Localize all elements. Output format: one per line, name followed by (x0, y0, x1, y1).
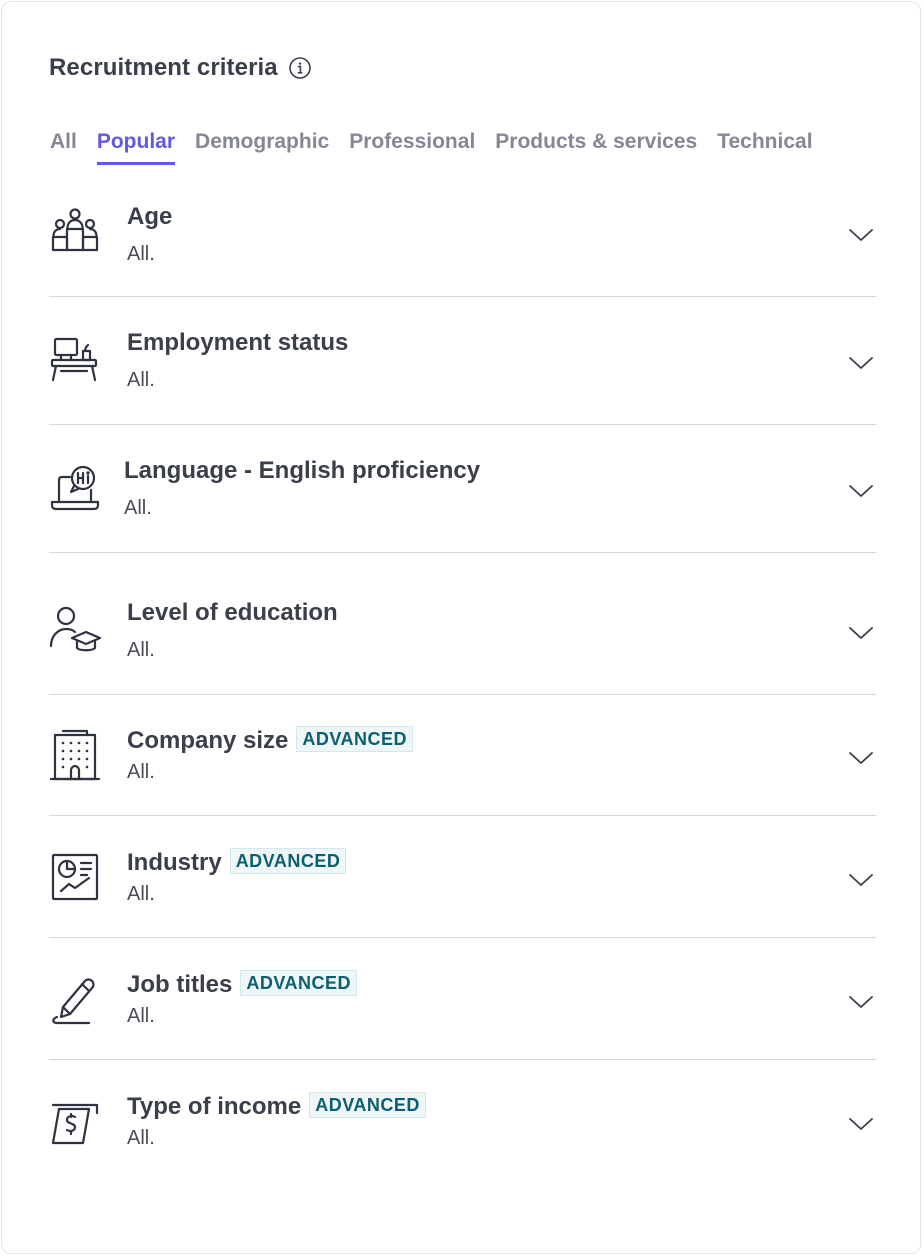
criteria-row-employment-status[interactable]: Employment status All. (49, 297, 876, 425)
criteria-row-language[interactable]: Language - English proficiency All. (49, 425, 876, 553)
category-tabs: All Popular Demographic Professional Pro… (50, 126, 813, 165)
industry-chart-icon (49, 851, 101, 903)
criteria-text: Type of income ADVANCED All. (127, 1092, 426, 1150)
criteria-text: Job titles ADVANCED All. (127, 970, 358, 1028)
criteria-text: Employment status All. (127, 328, 348, 392)
criteria-value: All. (127, 639, 155, 661)
criteria-text: Age All. (127, 202, 172, 266)
criteria-value: All. (127, 761, 155, 783)
criteria-title: Type of income (127, 1093, 302, 1120)
people-podium-icon (49, 204, 101, 256)
dollar-bill-icon (49, 1095, 101, 1147)
tab-technical[interactable]: Technical (717, 126, 812, 165)
laptop-chat-hi-icon (49, 464, 101, 516)
recruitment-criteria-panel: Recruitment criteria All Popular Demogra… (1, 1, 921, 1254)
criteria-title: Job titles (127, 971, 233, 998)
criteria-title: Language - English proficiency (124, 457, 481, 484)
tab-products-services[interactable]: Products & services (495, 126, 697, 165)
criteria-title: Industry (127, 849, 222, 876)
criteria-value: All. (127, 883, 155, 905)
chevron-down-icon[interactable] (848, 994, 874, 1010)
chevron-down-icon[interactable] (848, 872, 874, 888)
building-icon (49, 729, 101, 781)
chevron-down-icon[interactable] (848, 227, 874, 243)
advanced-badge: ADVANCED (229, 848, 347, 874)
desk-computer-icon (49, 335, 101, 387)
chevron-down-icon[interactable] (848, 1116, 874, 1132)
criteria-value: All. (127, 1005, 155, 1027)
pen-signature-icon (49, 973, 101, 1025)
criteria-text: Industry ADVANCED All. (127, 848, 347, 906)
info-icon[interactable] (288, 56, 312, 80)
criteria-text: Level of education All. (127, 598, 338, 662)
chevron-down-icon[interactable] (848, 355, 874, 371)
advanced-badge: ADVANCED (296, 726, 414, 752)
criteria-row-age[interactable]: Age All. (49, 194, 876, 297)
criteria-row-type-of-income[interactable]: Type of income ADVANCED All. (49, 1061, 876, 1181)
criteria-value: All. (127, 243, 155, 265)
tab-demographic[interactable]: Demographic (195, 126, 329, 165)
tab-professional[interactable]: Professional (349, 126, 475, 165)
criteria-title: Company size (127, 727, 289, 754)
criteria-text: Language - English proficiency All. (124, 456, 480, 520)
panel-title: Recruitment criteria (49, 54, 278, 81)
criteria-text: Company size ADVANCED All. (127, 726, 414, 784)
chevron-down-icon[interactable] (848, 483, 874, 499)
advanced-badge: ADVANCED (309, 1092, 426, 1118)
graduate-person-icon (49, 606, 102, 658)
criteria-value: All. (127, 369, 155, 391)
criteria-title: Age (127, 203, 173, 230)
criteria-row-industry[interactable]: Industry ADVANCED All. (49, 817, 876, 938)
criteria-row-job-titles[interactable]: Job titles ADVANCED All. (49, 939, 876, 1060)
criteria-value: All. (127, 1127, 155, 1149)
chevron-down-icon[interactable] (848, 625, 874, 641)
chevron-down-icon[interactable] (848, 750, 874, 766)
criteria-title: Level of education (127, 599, 338, 626)
tab-all[interactable]: All (50, 126, 77, 165)
criteria-title: Employment status (127, 329, 349, 356)
criteria-row-education[interactable]: Level of education All. (49, 554, 876, 695)
criteria-row-company-size[interactable]: Company size ADVANCED All. (49, 695, 876, 816)
advanced-badge: ADVANCED (240, 970, 358, 996)
tab-popular[interactable]: Popular (96, 126, 176, 165)
criteria-value: All. (124, 497, 152, 519)
panel-header: Recruitment criteria (49, 54, 312, 82)
